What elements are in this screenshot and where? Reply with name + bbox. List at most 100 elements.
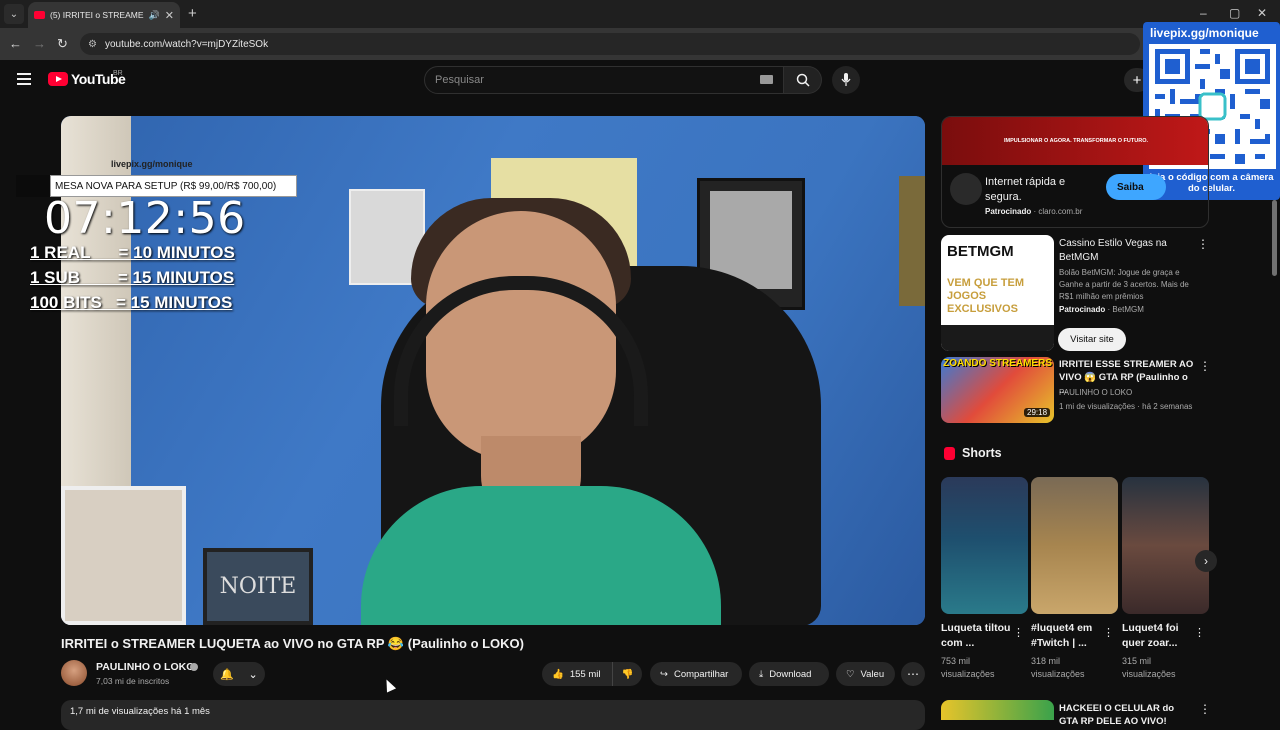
- shorts-logo-icon: [944, 447, 955, 460]
- tab-title: (5) IRRITEI o STREAMER LUQUETA: [50, 10, 144, 20]
- new-tab-button[interactable]: +: [188, 5, 197, 22]
- back-arrow-icon[interactable]: ←: [9, 36, 22, 51]
- kebab-menu-icon[interactable]: ⋮: [1194, 626, 1205, 639]
- url-text: youtube.com/watch?v=mjDYZiteSOk: [104, 38, 269, 50]
- share-arrow-icon: ↪: [660, 668, 668, 680]
- overlay-rate-real: 1 REAL = 10 MINUTOS: [30, 243, 235, 262]
- channel-name[interactable]: PAULINHO O LOKO: [1059, 388, 1132, 397]
- upload-age: há 1 mês: [170, 706, 210, 717]
- reload-icon[interactable]: ↻: [57, 36, 68, 52]
- url-input[interactable]: ⚙ youtube.com/watch?v=mjDYZiteSOk: [80, 33, 1140, 55]
- kebab-menu-icon[interactable]: ⋮: [1013, 626, 1024, 639]
- ad-description: Bolão BetMGM: Jogue de graça e Ganhe a p…: [1059, 268, 1189, 301]
- overlay-rate-sub: 1 SUB = 15 MINUTOS: [30, 268, 235, 287]
- ad-domain: claro.com.br: [1038, 207, 1083, 216]
- kebab-menu-icon[interactable]: ⋮: [1103, 626, 1114, 639]
- mouse-cursor: [381, 677, 397, 693]
- channel-name[interactable]: PAULINHO O LOKO: [96, 661, 194, 673]
- betmgm-ad-thumbnail[interactable]: BETMGM VEM QUE TEM JOGOS EXCLUSIVOS: [941, 235, 1054, 351]
- ad-advertiser: BetMGM: [1112, 305, 1144, 314]
- short-thumbnail[interactable]: [1031, 477, 1118, 614]
- notification-bell-button[interactable]: 🔔 ⌄: [213, 662, 265, 686]
- thumbnail-text: ZOANDO STREAMERS: [943, 358, 1052, 369]
- description-box[interactable]: 1,7 mi de visualizações há 1 mês: [61, 700, 925, 730]
- video-thumbnail[interactable]: [941, 700, 1054, 720]
- noite-sign: NOITE: [203, 548, 313, 625]
- youtube-favicon-icon: [34, 11, 45, 19]
- verified-check-icon: [190, 663, 198, 671]
- ad-title[interactable]: Cassino Estilo Vegas na BetMGM: [1059, 237, 1189, 265]
- audio-playing-icon[interactable]: 🔊: [149, 10, 160, 21]
- betmgm-logo: BETMGM: [947, 243, 1014, 260]
- like-count: 155 mil: [569, 668, 601, 680]
- ad-thumbnail-footer: [941, 325, 1054, 351]
- heart-dollar-icon: ♡: [846, 668, 855, 680]
- close-window-button[interactable]: ✕: [1257, 6, 1267, 20]
- search-input[interactable]: Pesquisar: [424, 66, 784, 94]
- download-button[interactable]: ⤓ Download: [749, 662, 829, 686]
- dislike-button[interactable]: 👎: [612, 662, 642, 686]
- short-title[interactable]: Luqueta tiltou com ...: [941, 621, 1015, 651]
- green-tank-top: [361, 486, 721, 625]
- wall-painting: [899, 176, 925, 306]
- short-views: 753 mil visualizações: [941, 656, 995, 679]
- short-title[interactable]: Luquet4 foi quer zoar...: [1122, 621, 1196, 651]
- maximize-button[interactable]: ▢: [1229, 6, 1240, 20]
- forward-arrow-icon[interactable]: →: [33, 36, 46, 51]
- video-title-link[interactable]: HACKEEI O CELULAR do GTA RP DELE AO VIVO…: [1059, 702, 1194, 728]
- ad-meta: Patrocinado · BetMGM: [1059, 305, 1144, 314]
- minimize-button[interactable]: –: [1200, 6, 1207, 20]
- tab-close-icon[interactable]: ✕: [165, 9, 174, 22]
- chevron-down-icon: ⌄: [248, 668, 258, 681]
- sponsored-label: Patrocinado: [985, 207, 1032, 216]
- short-thumbnail[interactable]: [941, 477, 1028, 614]
- country-code: BR: [113, 70, 123, 77]
- thumbs-up-icon: 👍: [552, 668, 564, 680]
- download-icon: ⤓: [759, 668, 764, 680]
- site-settings-icon[interactable]: ⚙: [88, 39, 97, 50]
- bell-icon: 🔔: [220, 668, 234, 681]
- share-button[interactable]: ↪ Compartilhar: [650, 662, 742, 686]
- thanks-label: Valeu: [860, 668, 885, 680]
- microphone-icon: [841, 73, 851, 86]
- view-count: 1,7 mi de visualizações: [70, 706, 169, 717]
- ad-thumbnail-tagline: VEM QUE TEM JOGOS EXCLUSIVOS: [947, 277, 1025, 315]
- youtube-play-icon: [48, 72, 68, 86]
- chevron-right-icon[interactable]: ›: [1195, 550, 1217, 572]
- search-icon: [796, 73, 810, 87]
- search-button[interactable]: [784, 66, 822, 94]
- kebab-menu-icon[interactable]: ⋮: [1199, 359, 1211, 373]
- hamburger-menu-icon[interactable]: [17, 73, 31, 85]
- video-title: IRRITEI o STREAMER LUQUETA ao VIVO no GT…: [61, 636, 524, 651]
- advertiser-logo: [950, 173, 982, 205]
- overlay-subathon-timer: 07:12:56: [44, 193, 246, 244]
- channel-avatar[interactable]: [61, 660, 87, 686]
- kebab-menu-icon[interactable]: ⋮: [1199, 702, 1211, 716]
- visit-site-button[interactable]: Visitar site: [1058, 328, 1126, 351]
- kebab-menu-icon[interactable]: ⋮: [1197, 237, 1209, 251]
- thanks-button[interactable]: ♡ Valeu: [836, 662, 895, 686]
- ad-cta-button[interactable]: Saiba: [1106, 174, 1166, 200]
- framed-photo: [61, 486, 186, 625]
- ad-meta: Patrocinado · claro.com.br: [985, 207, 1083, 216]
- sponsored-ad-claro[interactable]: IMPULSIONAR O AGORA. TRANSFORMAR O FUTUR…: [941, 116, 1209, 228]
- download-label: Download: [769, 668, 812, 680]
- browser-tab[interactable]: (5) IRRITEI o STREAMER LUQUETA 🔊 ✕: [28, 2, 180, 28]
- subscriber-count: 7,03 mi de inscritos: [96, 676, 170, 686]
- short-title[interactable]: #luquet4 em #Twitch | ...: [1031, 621, 1105, 651]
- voice-search-button[interactable]: [832, 66, 860, 94]
- sponsored-label: Patrocinado: [1059, 305, 1106, 314]
- like-button[interactable]: 👍 155 mil: [542, 662, 612, 686]
- overlay-rate-bits: 100 BITS = 15 MINUTOS: [30, 293, 233, 312]
- tab-list-chevron-icon[interactable]: ⌄: [4, 4, 24, 24]
- more-actions-button[interactable]: ⋯: [901, 662, 925, 686]
- overlay-livepix-url: livepix.gg/monique: [111, 159, 193, 169]
- keyboard-icon[interactable]: [760, 75, 773, 84]
- share-label: Compartilhar: [673, 668, 729, 680]
- shorts-heading: Shorts: [962, 446, 1002, 460]
- video-meta: 1 mi de visualizações · há 2 semanas: [1059, 402, 1193, 411]
- ad-banner-image: IMPULSIONAR O AGORA. TRANSFORMAR O FUTUR…: [942, 117, 1208, 165]
- short-thumbnail[interactable]: [1122, 477, 1209, 614]
- page-scrollbar[interactable]: [1272, 200, 1277, 276]
- video-duration: 29:18: [1024, 408, 1051, 417]
